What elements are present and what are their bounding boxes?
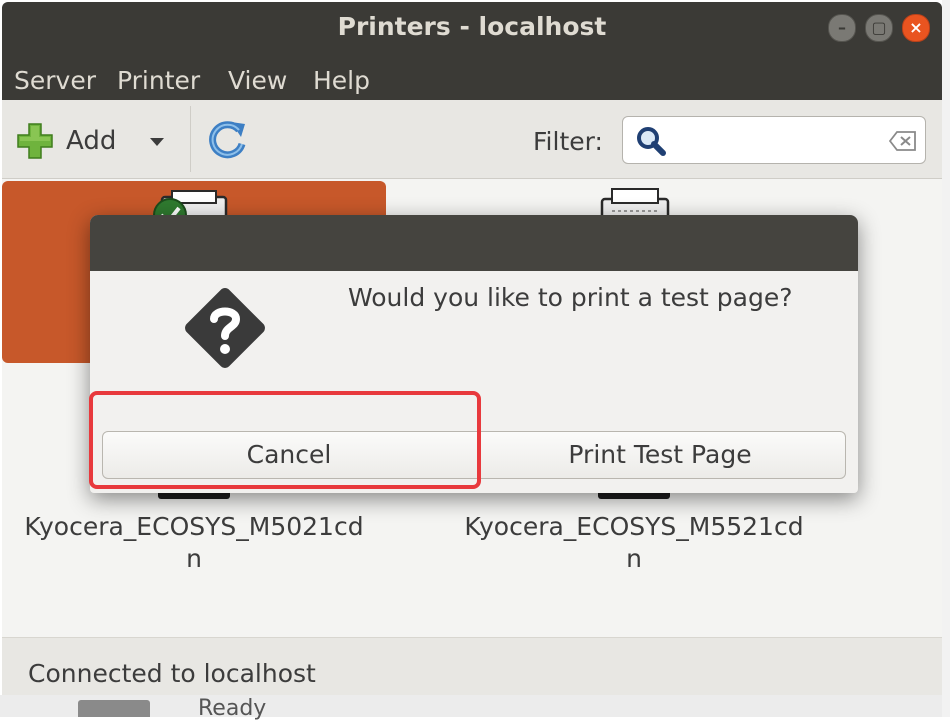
printer-name-label[interactable]: Kyocera_ECOSYS_M5021cd n [2, 511, 394, 575]
menu-help[interactable]: Help [313, 66, 370, 95]
status-text: Connected to localhost [28, 659, 316, 688]
close-button[interactable]: × [902, 14, 930, 42]
search-icon [637, 127, 666, 156]
clear-input-icon[interactable] [889, 131, 917, 151]
printer-name-label[interactable]: Kyocera_ECOSYS_M5521cd n [434, 511, 834, 575]
add-label: Add [66, 126, 117, 156]
filter-label: Filter: [533, 127, 603, 156]
dialog-header [90, 215, 858, 271]
background-printer-icon [78, 700, 150, 717]
window-title: Printers - localhost [337, 12, 607, 41]
menu-printer[interactable]: Printer [117, 66, 200, 95]
filter-input[interactable] [622, 116, 926, 164]
menu-server[interactable]: Server [14, 66, 96, 95]
green-plus-icon [17, 123, 53, 159]
refresh-icon[interactable] [205, 118, 249, 162]
status-bar: Connected to localhost [2, 637, 942, 695]
menu-view[interactable]: View [228, 66, 287, 95]
toolbar-separator [190, 106, 191, 172]
background-status-label: Ready [198, 696, 267, 721]
menu-bar: Server Printer View Help [2, 52, 942, 100]
add-printer-button[interactable]: Add [16, 120, 126, 160]
dialog-message: Would you like to print a test page? [348, 283, 793, 312]
toolbar: Add Filter: [2, 100, 942, 179]
print-test-page-button[interactable]: Print Test Page [475, 431, 846, 479]
title-bar: Printers - localhost – ▢ × [2, 2, 942, 52]
question-icon [185, 288, 265, 368]
minimize-button[interactable]: – [828, 14, 856, 42]
background-strip [942, 0, 950, 717]
triangle-down-icon[interactable] [142, 122, 172, 162]
maximize-button[interactable]: ▢ [865, 14, 893, 42]
annotation-highlight-box [89, 391, 481, 489]
